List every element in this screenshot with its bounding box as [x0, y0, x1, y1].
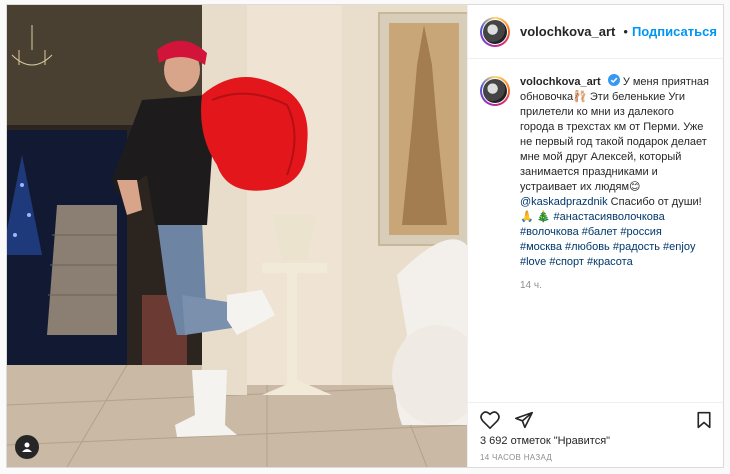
separator-dot: • — [623, 24, 628, 39]
post-side-panel: volochkova_art • Подписаться volochkova_… — [467, 5, 723, 467]
caption-area: volochkova_art У меня приятная обновочка… — [468, 60, 723, 402]
hashtag-link[interactable]: #москва #любовь #радость #enjoy — [520, 241, 695, 253]
tree-emoji-icon: 🎄 — [536, 211, 551, 223]
caption-line: обновочка — [520, 91, 574, 103]
post-header: volochkova_art • Подписаться — [468, 5, 723, 59]
bookmark-icon[interactable] — [696, 411, 712, 429]
user-tag-icon[interactable] — [15, 435, 39, 459]
smile-emoji-icon: 😊 — [629, 181, 641, 193]
ballet-shoes-emoji-icon: 🩰 — [573, 91, 587, 103]
caption-line: У меня приятная — [622, 76, 710, 88]
photo-illustration — [7, 5, 467, 467]
caption-text: volochkova_art У меня приятная обновочка… — [520, 74, 710, 293]
mention-link[interactable]: @kaskadprazdnik — [520, 196, 608, 208]
caption-line: Спасибо от души! — [610, 196, 702, 208]
caption-avatar[interactable] — [480, 76, 510, 106]
post-card: volochkova_art • Подписаться volochkova_… — [6, 4, 724, 468]
caption-time: 14 ч. — [520, 280, 542, 291]
paper-plane-icon[interactable] — [514, 411, 534, 429]
caption-row: volochkova_art У меня приятная обновочка… — [480, 74, 712, 293]
action-bar — [468, 402, 723, 436]
hashtag-link[interactable]: #анастасияволочкова — [554, 211, 665, 223]
avatar[interactable] — [480, 16, 510, 47]
post-timestamp: 14 ЧАСОВ НАЗАД — [480, 453, 553, 462]
follow-button[interactable]: Подписаться — [632, 24, 717, 39]
caption-line: прилетели ко мни из далекого — [520, 106, 674, 118]
caption-username[interactable]: volochkova_art — [520, 76, 601, 88]
likes-count[interactable]: 3 692 отметок "Нравится" — [480, 435, 610, 447]
praying-hands-emoji-icon: 🙏 — [520, 211, 534, 223]
verified-badge-icon — [607, 74, 620, 86]
hashtag-link[interactable]: #love #спорт #красота — [520, 256, 633, 268]
post-photo[interactable] — [7, 5, 467, 467]
caption-line: Эти беленькие Уги — [589, 91, 686, 103]
username[interactable]: volochkova_art — [520, 24, 615, 39]
caption-line: устраивает их людям — [520, 181, 630, 193]
caption-line: города в трехстах км от Перми. — [520, 121, 681, 133]
hashtag-link[interactable]: #волочкова #балет #россия — [520, 226, 662, 238]
heart-icon[interactable] — [480, 410, 500, 429]
